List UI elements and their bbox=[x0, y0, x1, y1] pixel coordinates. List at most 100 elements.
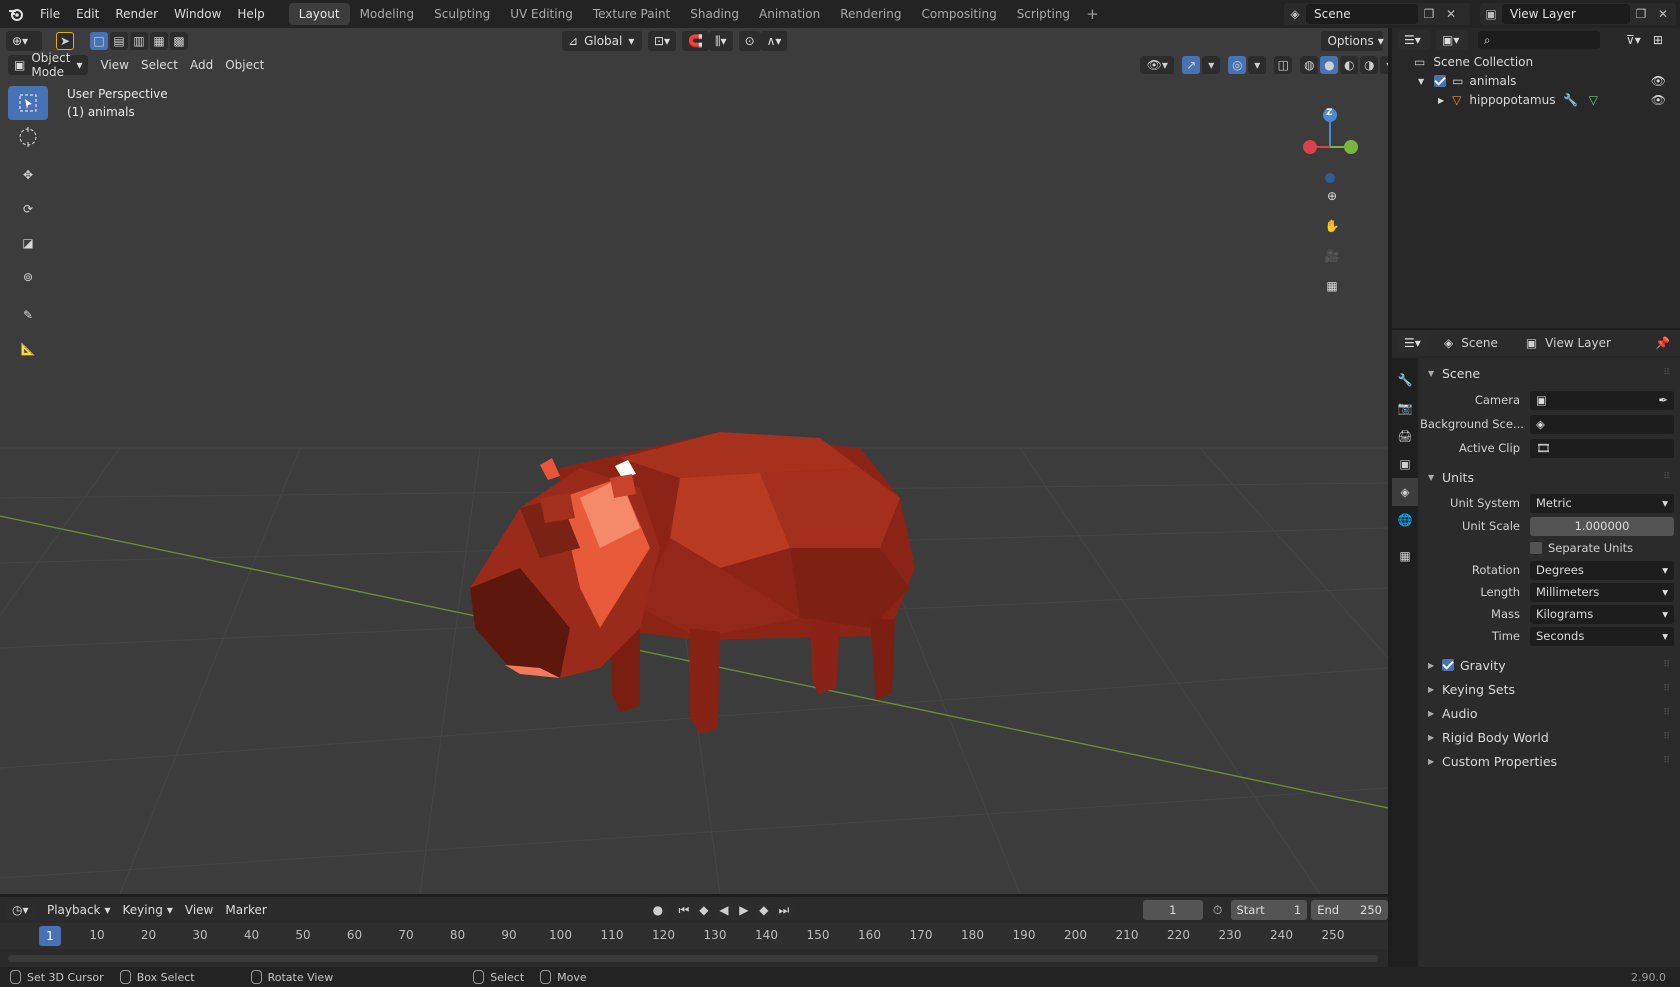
cursor-tool-icon[interactable] bbox=[8, 120, 48, 154]
visibility-eye-icon[interactable]: 👁▾ bbox=[1140, 56, 1175, 74]
outliner-hippopotamus-object[interactable]: ▶ ▽ hippopotamus 🔧 ▽ 👁 bbox=[1392, 90, 1680, 110]
annotate-tool-icon[interactable]: ✎ bbox=[8, 298, 48, 332]
play-icon[interactable]: ▶ bbox=[734, 901, 753, 919]
prev-keyframe-icon[interactable]: ◆ bbox=[694, 901, 713, 919]
timeline-editor[interactable]: ◷▾ Playback ▾ Keying ▾ View Marker ● ⏮ ◆ ◀… bbox=[0, 897, 1388, 967]
record-icon[interactable]: ● bbox=[648, 901, 667, 919]
select-subtract-icon[interactable]: ▥ bbox=[130, 32, 148, 50]
select-new-icon[interactable]: □ bbox=[90, 32, 108, 50]
outliner-animals-collection[interactable]: ▼ ▭ animals 👁 bbox=[1392, 71, 1680, 91]
timeline-editor-type-button[interactable]: ◷▾ bbox=[6, 900, 35, 920]
current-frame-field[interactable]: 1 bbox=[1142, 900, 1203, 920]
start-frame-field[interactable]: Start 1 bbox=[1230, 900, 1308, 920]
background-scene-field[interactable]: ◈ bbox=[1530, 414, 1674, 434]
unit-scale-field[interactable]: 1.000000 bbox=[1530, 516, 1674, 536]
tool-settings-tab-icon[interactable]: 🔧 bbox=[1392, 366, 1418, 394]
jump-start-icon[interactable]: ⏮ bbox=[674, 901, 693, 919]
timeline-ruler[interactable]: 1 10 20 30 40 50 60 70 80 90 100 110 120 130 140 150 16… bbox=[0, 923, 1388, 949]
viewport-menu-select[interactable]: Select bbox=[135, 55, 184, 75]
properties-editor[interactable]: ☰▾ ◈ Scene ▣ View Layer 📌 🔧 📷 🖨 ▣ ◈ 🌐 ▦ … bbox=[1392, 330, 1680, 967]
expand-triangle-icon[interactable]: ▼ bbox=[1418, 77, 1424, 86]
move-tool-icon[interactable]: ✥ bbox=[8, 158, 48, 192]
rigid-body-world-section-header[interactable]: ▶ Rigid Body World ⠿ bbox=[1420, 726, 1676, 748]
proportional-falloff-button[interactable]: ∧▾ bbox=[760, 31, 788, 51]
current-frame-marker[interactable]: 1 bbox=[39, 926, 61, 946]
new-collection-icon[interactable]: ⊞ bbox=[1647, 30, 1669, 50]
rendered-shading-icon[interactable]: ◑ bbox=[1360, 56, 1379, 74]
drag-grip-icon[interactable]: ⠿ bbox=[1663, 368, 1670, 378]
transform-orientation-dropdown[interactable]: ⊿ Global ▾ bbox=[562, 31, 642, 51]
stopwatch-icon[interactable]: ⏱ bbox=[1210, 901, 1225, 919]
camera-view-icon[interactable]: 🎥 bbox=[1318, 242, 1346, 270]
tab-animation[interactable]: Animation bbox=[749, 3, 830, 25]
texture-tab-icon[interactable]: ▦ bbox=[1392, 542, 1418, 570]
tab-compositing[interactable]: Compositing bbox=[911, 3, 1006, 25]
3d-viewport[interactable]: ⊕▾ ➤ □ ▤ ▥ ▦ ▩ ⊿ Global ▾ ⊡▾ 🧲 ⫼▾ ⊙ ∧▾ O… bbox=[0, 28, 1388, 894]
unit-system-dropdown[interactable]: Metric ▾ bbox=[1530, 493, 1674, 513]
snap-target-button[interactable]: ⫼▾ bbox=[709, 31, 733, 51]
wireframe-shading-icon[interactable]: ◍ bbox=[1300, 56, 1319, 74]
view-layer-name-field[interactable]: View Layer bbox=[1502, 4, 1630, 24]
gizmo-toggle-icon[interactable]: ↗ bbox=[1182, 56, 1201, 74]
modifier-wrench-icon[interactable]: 🔧 bbox=[1563, 93, 1578, 107]
overlays-dropdown-icon[interactable]: ▾ bbox=[1248, 56, 1267, 74]
pivot-point-button[interactable]: ⊡▾ bbox=[648, 31, 677, 51]
scene-section-header[interactable]: ▼ Scene ⠿ bbox=[1420, 362, 1676, 384]
tab-layout[interactable]: Layout bbox=[288, 3, 350, 25]
active-clip-field[interactable]: 🎞 bbox=[1530, 438, 1674, 458]
view-layer-selector[interactable]: ▣ View Layer ❐ ✕ bbox=[1480, 3, 1676, 25]
drag-grip-icon[interactable]: ⠿ bbox=[1663, 472, 1670, 482]
proportional-edit-button[interactable]: ⊙ bbox=[738, 31, 761, 51]
options-dropdown[interactable]: Options ▾ bbox=[1321, 31, 1384, 51]
tab-uv-editing[interactable]: UV Editing bbox=[500, 3, 583, 25]
rotate-tool-icon[interactable]: ⟳ bbox=[8, 192, 48, 226]
tab-sculpting[interactable]: Sculpting bbox=[424, 3, 500, 25]
scene-tab-icon[interactable]: ◈ bbox=[1392, 478, 1418, 506]
scene-selector[interactable]: ◈ Scene ❐ ✕ bbox=[1284, 3, 1470, 25]
tab-rendering[interactable]: Rendering bbox=[830, 3, 911, 25]
timeline-menu-marker[interactable]: Marker bbox=[219, 900, 272, 920]
next-keyframe-icon[interactable]: ◆ bbox=[754, 901, 773, 919]
drag-grip-icon[interactable]: ⠿ bbox=[1663, 732, 1670, 742]
properties-editor-type-button[interactable]: ☰▾ bbox=[1398, 333, 1430, 353]
overlays-toggle-icon[interactable]: ◎ bbox=[1228, 56, 1247, 74]
measure-tool-icon[interactable]: 📐 bbox=[8, 332, 48, 366]
visibility-eye-icon[interactable]: 👁 bbox=[1651, 74, 1666, 88]
drag-grip-icon[interactable]: ⠿ bbox=[1663, 684, 1670, 694]
snap-button[interactable]: 🧲 bbox=[682, 31, 710, 51]
scale-tool-icon[interactable]: ◪ bbox=[8, 226, 48, 260]
copy-view-layer-icon[interactable]: ❐ bbox=[1630, 4, 1652, 24]
outliner-scene-collection[interactable]: ▭ Scene Collection bbox=[1392, 52, 1680, 72]
world-tab-icon[interactable]: 🌐 bbox=[1392, 506, 1418, 534]
menu-file[interactable]: File bbox=[32, 0, 68, 28]
tab-texture-paint[interactable]: Texture Paint bbox=[583, 3, 680, 25]
drag-grip-icon[interactable]: ⠿ bbox=[1663, 708, 1670, 718]
length-dropdown[interactable]: Millimeters ▾ bbox=[1530, 582, 1674, 602]
audio-section-header[interactable]: ▶ Audio ⠿ bbox=[1420, 702, 1676, 724]
select-intersect-icon[interactable]: ▩ bbox=[170, 32, 188, 50]
render-tab-icon[interactable]: 📷 bbox=[1392, 394, 1418, 422]
tab-modeling[interactable]: Modeling bbox=[350, 3, 425, 25]
gravity-section-header[interactable]: ▶ Gravity ⠿ bbox=[1420, 654, 1676, 676]
gravity-checkbox[interactable] bbox=[1442, 659, 1454, 671]
timeline-menu-playback[interactable]: Playback ▾ bbox=[41, 900, 117, 920]
gizmo-dropdown-icon[interactable]: ▾ bbox=[1202, 56, 1221, 74]
select-tool-icon[interactable]: ➤ bbox=[56, 32, 74, 50]
jump-end-icon[interactable]: ⏭ bbox=[774, 901, 793, 919]
menu-render[interactable]: Render bbox=[107, 0, 166, 28]
copy-scene-icon[interactable]: ❐ bbox=[1418, 4, 1440, 24]
view-layer-tab-icon[interactable]: ▣ bbox=[1392, 450, 1418, 478]
eyedropper-icon[interactable]: ✒ bbox=[1658, 393, 1668, 407]
close-view-layer-icon[interactable]: ✕ bbox=[1652, 4, 1674, 24]
select-box-tool-icon[interactable] bbox=[8, 86, 48, 120]
time-dropdown[interactable]: Seconds ▾ bbox=[1530, 626, 1674, 646]
output-tab-icon[interactable]: 🖨 bbox=[1392, 422, 1418, 450]
outliner-editor-type-button[interactable]: ☰▾ bbox=[1398, 30, 1430, 50]
camera-field[interactable]: ▣ ✒ bbox=[1530, 390, 1674, 410]
rotation-dropdown[interactable]: Degrees ▾ bbox=[1530, 560, 1674, 580]
end-frame-field[interactable]: End 250 bbox=[1311, 900, 1388, 920]
viewport-menu-add[interactable]: Add bbox=[184, 55, 219, 75]
drag-grip-icon[interactable]: ⠿ bbox=[1663, 660, 1670, 670]
pan-hand-icon[interactable]: ✋ bbox=[1318, 212, 1346, 240]
viewport-menu-object[interactable]: Object bbox=[219, 55, 270, 75]
